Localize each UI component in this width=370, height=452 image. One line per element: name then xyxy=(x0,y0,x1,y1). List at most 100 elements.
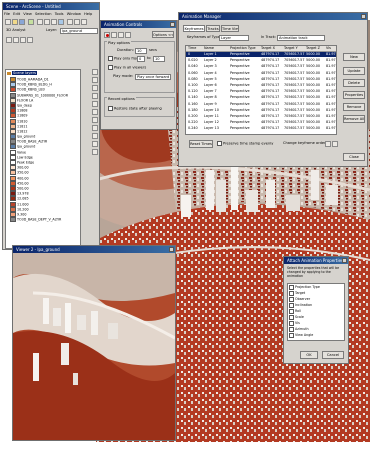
fly-tool-icon[interactable] xyxy=(92,77,98,83)
table-row[interactable]: 0.060 Layer 4 Perspective 487974.17 7056017.… xyxy=(186,71,336,76)
table-row[interactable]: 0.020 Layer 2 Perspective 487974.17 7056017.… xyxy=(186,58,336,63)
pan-icon[interactable] xyxy=(51,19,57,25)
col-name[interactable]: Name xyxy=(204,46,214,51)
identify-icon[interactable] xyxy=(67,19,73,25)
col-target-y[interactable]: Target Y xyxy=(284,46,298,51)
select-tool-icon[interactable] xyxy=(92,141,98,147)
zoom-out-icon[interactable] xyxy=(44,19,50,25)
property-checkbox-item[interactable]: View Angle xyxy=(288,332,344,338)
table-row[interactable]: 0.220 Layer 12 Perspective 487974.17 7056017… xyxy=(186,120,336,125)
restore-checkbox[interactable]: Restore state after playing xyxy=(108,106,162,112)
pan-tool-icon[interactable] xyxy=(92,125,98,131)
close-icon[interactable] xyxy=(361,14,366,19)
table-row[interactable]: 0.240 Layer 13 Perspective 487974.17 7056017… xyxy=(186,126,336,131)
table-row[interactable]: 0 Layer 1 Perspective 487974.17 7056017.57 50… xyxy=(186,52,336,57)
play-from-input[interactable]: 0 xyxy=(137,56,145,62)
table-row[interactable]: 0.040 Layer 3 Perspective 487974.17 7056017.… xyxy=(186,64,336,69)
table-row[interactable]: 0.180 Layer 10 Perspective 487974.17 7056017… xyxy=(186,108,336,113)
menu-edit[interactable]: Edit xyxy=(13,12,20,16)
animation-props-help: Select the properties that will be chang… xyxy=(287,266,340,278)
tab-keyframes[interactable]: Keyframes xyxy=(183,25,205,32)
menu-window[interactable]: Window xyxy=(67,12,81,16)
menu-tools[interactable]: Tools xyxy=(55,12,64,16)
move-down-icon[interactable] xyxy=(332,141,338,147)
close-icon[interactable] xyxy=(169,247,174,252)
ok-button[interactable]: OK xyxy=(300,351,318,359)
remove-button[interactable]: Remove xyxy=(343,103,365,111)
col-target-x[interactable]: Target X xyxy=(261,46,275,51)
zoom-in-icon[interactable] xyxy=(37,19,43,25)
move-up-icon[interactable] xyxy=(325,141,331,147)
menu-view[interactable]: View xyxy=(23,12,32,16)
delete-button[interactable]: Delete xyxy=(343,79,365,87)
toc-item-label: Peak Edge xyxy=(17,160,35,165)
toc-root[interactable]: Scene layers xyxy=(7,71,37,76)
play-to-input[interactable]: 10 xyxy=(153,56,165,62)
table-cell: 7056017.57 xyxy=(284,101,305,106)
close-icon[interactable] xyxy=(342,258,347,263)
zoom-target-icon[interactable] xyxy=(92,93,98,99)
reset-times-button[interactable]: Reset Times xyxy=(189,140,213,148)
table-cell: 487974.17 xyxy=(261,64,280,69)
set-observer-icon[interactable] xyxy=(92,101,98,107)
new-icon[interactable] xyxy=(5,19,11,25)
update-button[interactable]: Update xyxy=(343,67,365,75)
cancel-button[interactable]: Cancel xyxy=(322,351,344,359)
options-button[interactable]: Options << xyxy=(152,31,174,38)
open-icon[interactable] xyxy=(12,19,18,25)
menu-file[interactable]: File xyxy=(4,12,10,16)
navigate-icon[interactable] xyxy=(74,19,80,25)
play-in-all-checkbox[interactable]: Play in all viewers xyxy=(108,65,146,71)
menu-selection[interactable]: Selection xyxy=(35,12,52,16)
zoom-out-tool-icon[interactable] xyxy=(92,117,98,123)
col-target-z[interactable]: Target Z xyxy=(306,46,320,51)
table-row[interactable]: 0.160 Layer 9 Perspective 487974.17 7056017.… xyxy=(186,102,336,107)
layer-select[interactable]: lpa_ground xyxy=(60,28,98,34)
preserve-checkbox[interactable]: Preserve time stamp evenly xyxy=(217,141,273,147)
keyframe-type-select[interactable]: Layer xyxy=(219,35,249,41)
in-track-select[interactable]: Animation track xyxy=(277,35,325,41)
table-row[interactable]: 0.140 Layer 8 Perspective 487974.17 7056017.… xyxy=(186,95,336,100)
pause-icon[interactable] xyxy=(118,32,124,38)
menu-help[interactable]: Help xyxy=(84,12,92,16)
close-icon[interactable] xyxy=(170,22,175,27)
play-mode-select[interactable]: Play once forward xyxy=(135,74,171,80)
toc-item-label: 300.00 xyxy=(17,165,29,170)
zoom-in-tool-icon[interactable] xyxy=(92,109,98,115)
full-extent-tool-icon[interactable] xyxy=(92,133,98,139)
add-data-icon[interactable] xyxy=(28,19,34,25)
table-row[interactable]: 0.080 Layer 5 Perspective 487974.17 7056017.… xyxy=(186,77,336,82)
table-cell: 487974.17 xyxy=(261,83,280,87)
duration-input[interactable]: 10 xyxy=(135,48,147,54)
play-only-checkbox[interactable]: Play only from xyxy=(108,56,140,62)
steepest-path-icon[interactable] xyxy=(13,37,19,43)
close-button[interactable]: Close xyxy=(343,153,365,161)
table-row[interactable]: 0.100 Layer 6 Perspective 487974.17 7056017.… xyxy=(186,83,336,88)
col-vis[interactable]: Vis xyxy=(326,46,331,51)
table-row[interactable]: 0.120 Layer 7 Perspective 487974.17 7056017.… xyxy=(186,89,336,94)
full-extent-icon[interactable] xyxy=(58,19,64,25)
properties-button[interactable]: Properties xyxy=(343,91,365,99)
identify-tool-icon[interactable] xyxy=(92,149,98,155)
profile-graph-icon[interactable] xyxy=(27,37,33,43)
play-icon[interactable] xyxy=(111,32,117,38)
fly-icon[interactable] xyxy=(81,19,87,25)
stop-icon[interactable] xyxy=(125,32,131,38)
record-icon[interactable] xyxy=(104,32,110,38)
keyframe-type-label: Keyframes of Type: xyxy=(187,35,222,39)
new-button[interactable]: New xyxy=(343,53,365,61)
viewer2-scene[interactable] xyxy=(13,253,175,440)
tab-tracks[interactable]: Tracks xyxy=(206,25,220,32)
contour-icon[interactable] xyxy=(6,37,12,43)
remove-all-button[interactable]: Remove All xyxy=(343,115,365,123)
center-target-icon[interactable] xyxy=(92,85,98,91)
col-time[interactable]: Time xyxy=(188,46,196,51)
tab-time-view[interactable]: Time View xyxy=(221,25,239,32)
navigate-tool-icon[interactable] xyxy=(92,69,98,75)
save-icon[interactable] xyxy=(19,19,25,25)
table-row[interactable]: 0.200 Layer 11 Perspective 487974.17 7056017… xyxy=(186,114,336,119)
toc-item[interactable]: TO3D_BASE_DEPT_V_ALTIR xyxy=(10,217,80,223)
col-projection-type[interactable]: Projection Type xyxy=(230,46,256,51)
table-cell: Perspective xyxy=(230,52,250,56)
line-of-sight-icon[interactable] xyxy=(20,37,26,43)
